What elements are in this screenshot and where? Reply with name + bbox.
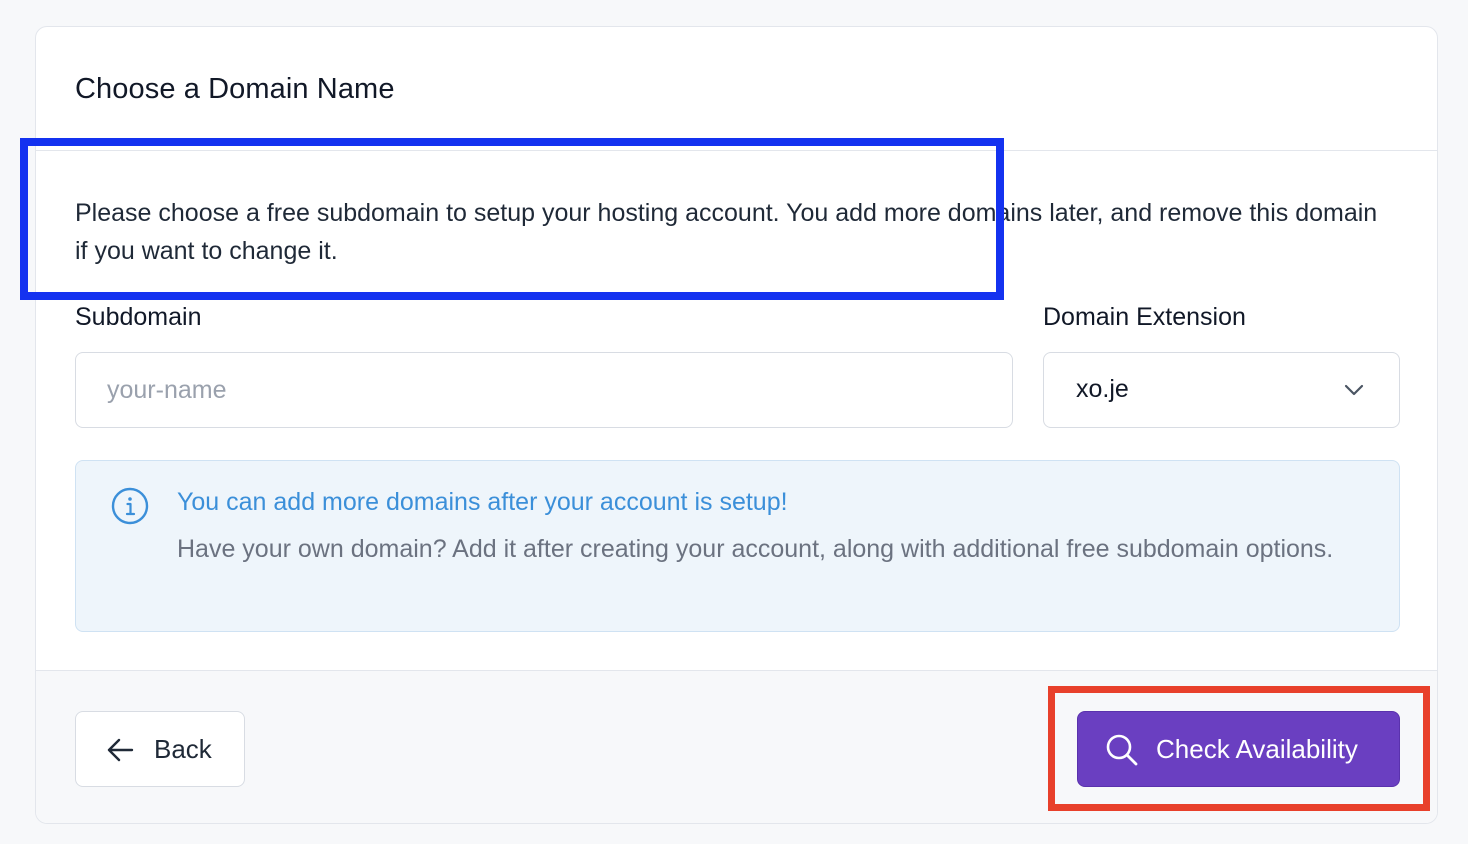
card-header: Choose a Domain Name [36,27,1437,151]
info-text: Have your own domain? Add it after creat… [177,535,1334,563]
domain-extension-select[interactable]: xo.je [1043,352,1400,428]
page-title: Choose a Domain Name [75,73,395,105]
subdomain-label: Subdomain [75,303,202,331]
info-title: You can add more domains after your acco… [177,488,788,516]
domain-extension-value: xo.je [1076,375,1129,403]
domain-card: Choose a Domain Name Please choose a fre… [35,26,1438,824]
subdomain-input[interactable] [75,352,1013,428]
card-footer: Back Check Availability [36,670,1437,823]
arrow-left-icon [107,738,134,762]
chevron-down-icon [1344,384,1364,396]
info-icon [111,487,149,525]
back-button[interactable]: Back [75,711,245,787]
search-icon [1106,734,1138,766]
back-button-label: Back [154,734,212,764]
check-availability-button[interactable]: Check Availability [1077,711,1400,787]
check-availability-label: Check Availability [1156,734,1358,764]
info-alert: You can add more domains after your acco… [75,460,1400,632]
card-body: Please choose a free subdomain to setup … [36,151,1437,671]
domain-extension-label: Domain Extension [1043,303,1246,331]
intro-text: Please choose a free subdomain to setup … [75,199,1378,265]
